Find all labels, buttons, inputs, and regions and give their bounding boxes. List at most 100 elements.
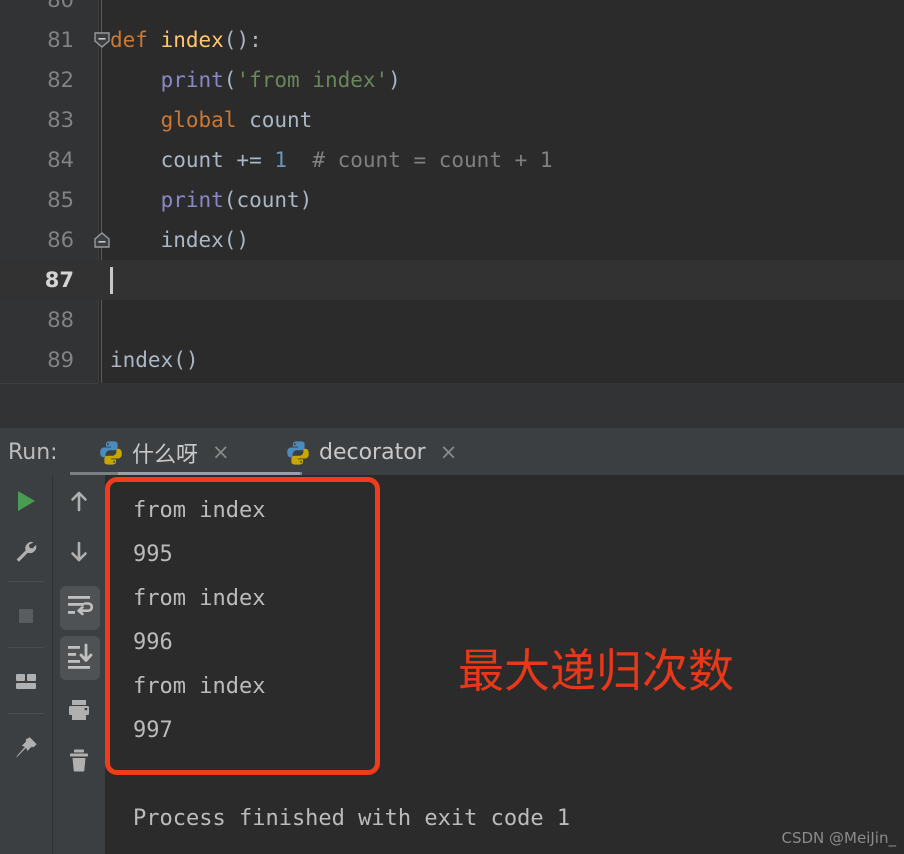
line-number: 87 [44, 268, 74, 292]
editor-bottom-strip [0, 383, 904, 430]
code-token: def [110, 28, 161, 52]
next-occurrence-button[interactable] [53, 529, 105, 579]
gutter-bottom-edge [0, 383, 98, 384]
code-text: print('from index') [110, 60, 401, 100]
pin-icon [13, 735, 39, 765]
toolbar-separator [8, 647, 44, 648]
arrow-down-icon [66, 539, 92, 569]
pycharm-window: 80 81 def index(): 82 print('from index') 83… [0, 0, 904, 854]
code-token: print [160, 68, 224, 92]
code-token: index() [110, 228, 250, 252]
stop-icon [13, 603, 39, 633]
line-number: 81 [47, 28, 74, 52]
scroll-to-end-icon [65, 642, 93, 674]
trash-icon [66, 747, 92, 777]
code-text: global count [110, 100, 313, 140]
code-line-85[interactable]: 85 print(count) [0, 180, 904, 220]
code-lines[interactable]: 80 81 def index(): 82 print('from index') 83… [0, 0, 904, 383]
fold-collapse-icon[interactable] [93, 31, 111, 49]
code-line-81[interactable]: 81 def index(): [0, 20, 904, 60]
code-token: 'from index' [236, 68, 389, 92]
code-token: 1 [274, 148, 288, 172]
code-token: # count = count + 1 [287, 148, 553, 172]
console-line: from index [133, 586, 266, 611]
code-text: index() [110, 340, 199, 380]
code-line-87[interactable]: 87 [0, 260, 904, 300]
printer-icon [66, 697, 92, 727]
soft-wrap-button[interactable] [53, 583, 105, 633]
console-line: Process finished with exit code 1 [133, 806, 571, 831]
toolbar-separator [8, 713, 44, 714]
run-toolbar-right [53, 475, 105, 854]
rerun-button[interactable] [0, 478, 52, 528]
code-token: (): [223, 28, 262, 52]
code-line-82[interactable]: 82 print('from index') [0, 60, 904, 100]
text-caret [110, 267, 113, 294]
clear-button[interactable] [53, 737, 105, 787]
annotation-text: 最大递归次数 [458, 644, 734, 698]
code-line-88[interactable]: 88 [0, 300, 904, 340]
code-line-84[interactable]: 84 count += 1 # count = count + 1 [0, 140, 904, 180]
code-token: count [236, 108, 313, 132]
settings-button[interactable] [0, 529, 52, 579]
tab-decorator[interactable]: decorator × [285, 430, 457, 475]
line-number: 82 [47, 68, 74, 92]
tab-label: decorator [319, 440, 426, 465]
line-number: 88 [47, 308, 74, 332]
code-text: print(count) [110, 180, 313, 220]
code-token: global [160, 108, 237, 132]
wrench-icon [13, 539, 39, 569]
run-tab-bar: Run: 什么呀 × decorator × [0, 430, 904, 475]
code-line-80[interactable]: 80 [0, 0, 904, 20]
line-number: 83 [47, 108, 74, 132]
layout-icon [13, 669, 39, 699]
code-text: def index(): [110, 20, 262, 60]
code-token: print [160, 188, 224, 212]
tab-label: 什么呀 [132, 442, 199, 468]
code-line-86[interactable]: 86 index() [0, 220, 904, 260]
console-line: 997 [133, 718, 173, 743]
editor-empty-area [0, 383, 904, 428]
tab-shenmeya[interactable]: 什么呀 × [98, 430, 230, 475]
tab-close-icon[interactable]: × [212, 442, 230, 463]
soft-wrap-icon [65, 592, 94, 624]
stop-button[interactable] [0, 593, 52, 643]
console-line: 995 [133, 542, 173, 567]
run-label: Run: [8, 440, 58, 465]
line-number: 85 [47, 188, 74, 212]
code-line-83[interactable]: 83 global count [0, 100, 904, 140]
run-tool-window: Run: 什么呀 × decorator × from index 995 from in… [0, 383, 904, 854]
layout-button[interactable] [0, 659, 52, 709]
code-editor[interactable]: 80 81 def index(): 82 print('from index') 83… [0, 0, 904, 383]
pin-button[interactable] [0, 725, 52, 775]
code-text: count += 1 # count = count + 1 [110, 140, 553, 180]
code-token: (count) [223, 188, 313, 212]
console-line: from index [133, 498, 266, 523]
code-token: ( [223, 68, 237, 92]
watermark: CSDN @MeiJin_ [781, 829, 896, 847]
toolbar-separator [8, 581, 44, 582]
code-token: ) [388, 68, 401, 92]
line-number: 89 [47, 348, 74, 372]
run-toolbar-left [0, 475, 52, 854]
code-line-89[interactable]: 89 index() [0, 340, 904, 380]
tab-close-icon[interactable]: × [440, 442, 458, 463]
code-token: count += [110, 148, 275, 172]
console-line: 996 [133, 630, 173, 655]
print-button[interactable] [53, 687, 105, 737]
scroll-to-end-button[interactable] [53, 633, 105, 683]
line-number: 80 [47, 0, 74, 12]
code-token: index() [110, 348, 199, 372]
code-token: index [160, 28, 224, 52]
play-icon [13, 488, 39, 518]
fold-end-icon[interactable] [93, 231, 111, 249]
line-number: 84 [47, 148, 74, 172]
arrow-up-icon [66, 488, 92, 518]
console-line: from index [133, 674, 266, 699]
code-text: index() [110, 220, 250, 260]
line-number: 86 [47, 228, 74, 252]
prev-occurrence-button[interactable] [53, 478, 105, 528]
